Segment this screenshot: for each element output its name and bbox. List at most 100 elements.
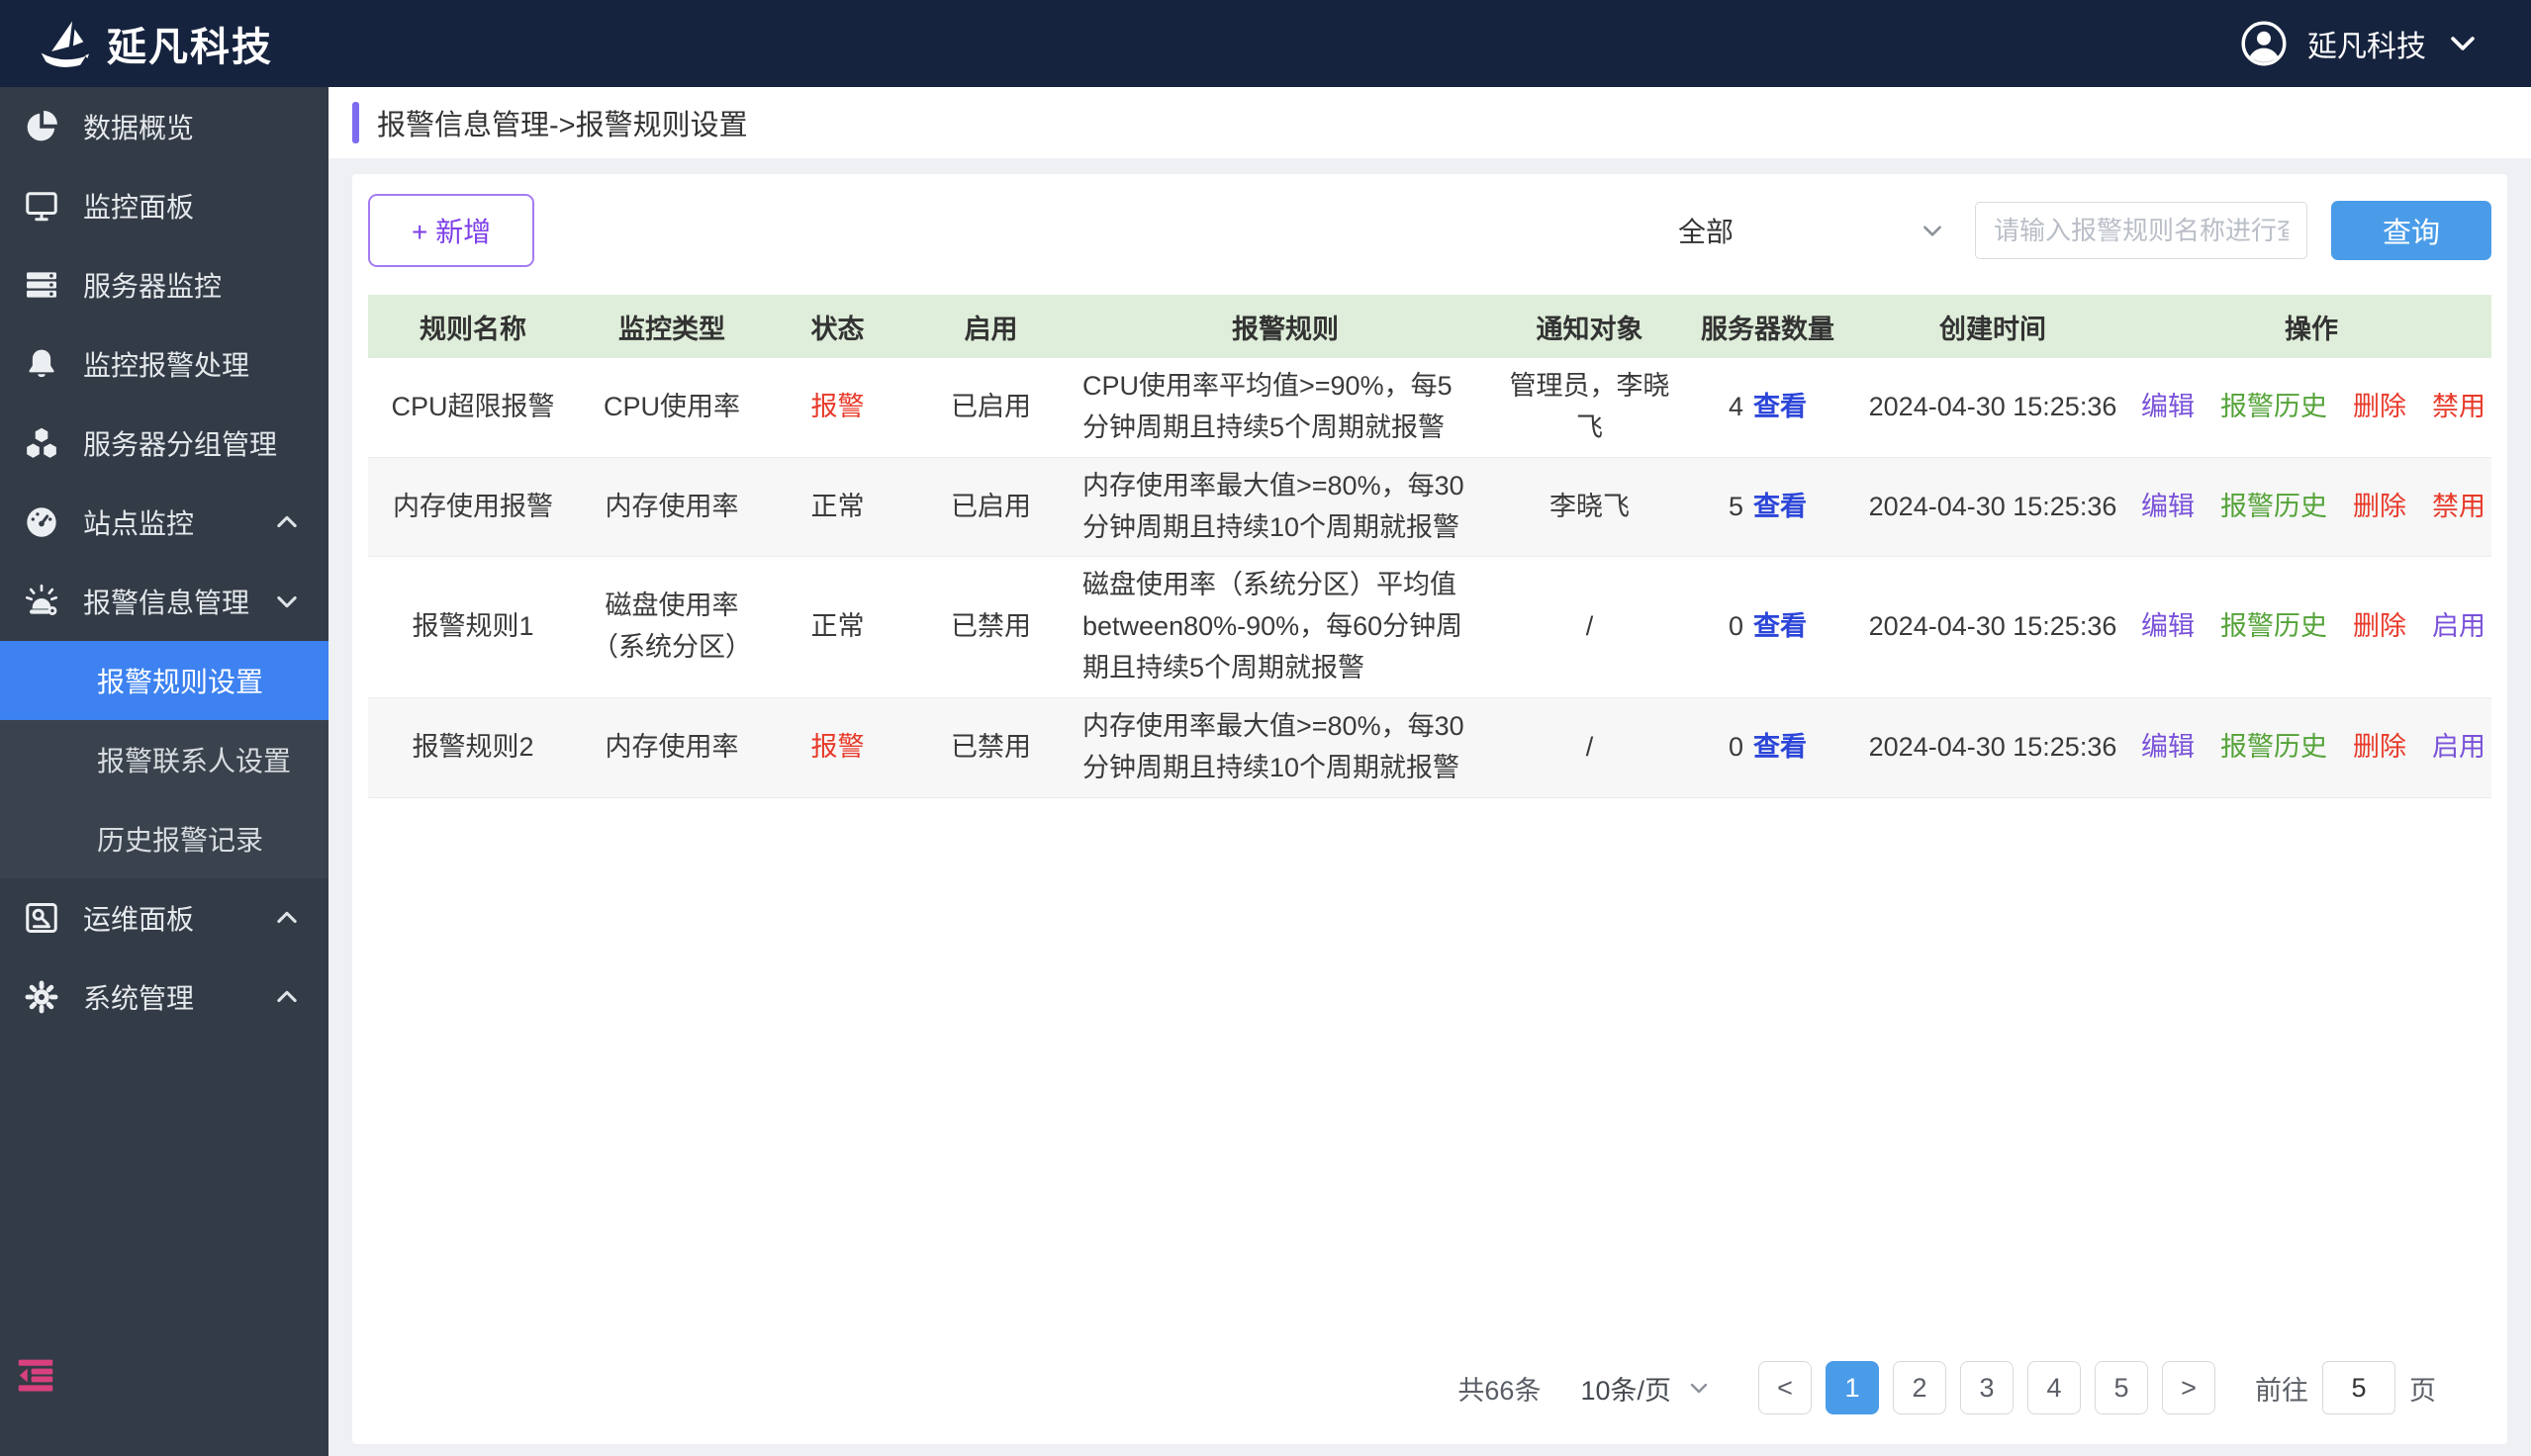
cell-created: 2024-04-30 15:25:36 bbox=[1854, 727, 2131, 769]
delete-link[interactable]: 删除 bbox=[2353, 606, 2406, 648]
sidebar-item-alarm-handling[interactable]: 监控报警处理 bbox=[0, 324, 328, 404]
cell-notify: / bbox=[1498, 606, 1681, 648]
sidebar-item-server-groups[interactable]: 服务器分组管理 bbox=[0, 404, 328, 483]
cell-created: 2024-04-30 15:25:36 bbox=[1854, 487, 2131, 528]
sailboat-logo-icon bbox=[36, 19, 93, 68]
page-size-select[interactable]: 10条/页 bbox=[1580, 1369, 1711, 1408]
app-root: 延凡科技 延凡科技 数据概览 bbox=[0, 0, 2531, 1456]
sidebar-item-system-mgmt[interactable]: 系统管理 bbox=[0, 957, 328, 1037]
alarm-history-link[interactable]: 报警历史 bbox=[2220, 727, 2327, 769]
cell-monitor-type: 内存使用率 bbox=[578, 727, 766, 769]
page-button-1[interactable]: 1 bbox=[1826, 1361, 1879, 1414]
enable-link[interactable]: 启用 bbox=[2432, 606, 2485, 648]
pie-chart-icon bbox=[24, 109, 59, 144]
user-name: 延凡科技 bbox=[2307, 22, 2426, 65]
brand: 延凡科技 bbox=[36, 15, 273, 72]
page-button-3[interactable]: 3 bbox=[1960, 1361, 2014, 1414]
submenu-item-alarm-rules[interactable]: 报警规则设置 bbox=[0, 641, 328, 720]
page-button-5[interactable]: 5 bbox=[2095, 1361, 2148, 1414]
sidebar-item-label: 监控面板 bbox=[83, 186, 194, 226]
cell-status: 正常 bbox=[766, 606, 909, 648]
edit-link[interactable]: 编辑 bbox=[2141, 487, 2195, 528]
cell-rule: 内存使用率最大值>=80%，每30分钟周期且持续10个周期就报警 bbox=[1073, 466, 1498, 549]
table-header-row: 规则名称 监控类型 状态 启用 报警规则 通知对象 服务器数量 创建时间 操作 bbox=[368, 295, 2491, 358]
search-button[interactable]: 查询 bbox=[2331, 201, 2491, 260]
alarm-info-submenu: 报警规则设置 报警联系人设置 历史报警记录 bbox=[0, 641, 328, 878]
alarm-history-link[interactable]: 报警历史 bbox=[2220, 487, 2327, 528]
add-rule-button[interactable]: + 新增 bbox=[368, 194, 534, 267]
alarm-history-link[interactable]: 报警历史 bbox=[2220, 606, 2327, 648]
chevron-up-icon bbox=[273, 508, 301, 536]
gauge-icon bbox=[24, 504, 59, 540]
view-servers-link[interactable]: 查看 bbox=[1753, 732, 1807, 762]
next-page-button[interactable]: > bbox=[2162, 1361, 2215, 1414]
filter-select[interactable]: 全部 bbox=[1678, 211, 1945, 250]
table-row: 报警规则2 内存使用率 报警 已禁用 内存使用率最大值>=80%，每30分钟周期… bbox=[368, 698, 2491, 798]
edit-link[interactable]: 编辑 bbox=[2141, 727, 2195, 769]
submenu-item-label: 报警联系人设置 bbox=[97, 740, 291, 779]
cell-server-count: 0查看 bbox=[1681, 606, 1854, 648]
cell-enabled: 已禁用 bbox=[909, 727, 1073, 769]
table-row: 内存使用报警 内存使用率 正常 已启用 内存使用率最大值>=80%，每30分钟周… bbox=[368, 458, 2491, 558]
cell-rule: 磁盘使用率（系统分区）平均值between80%-90%，每60分钟周期且持续5… bbox=[1073, 565, 1498, 689]
sidebar-item-server-monitor[interactable]: 服务器监控 bbox=[0, 245, 328, 324]
submenu-item-label: 报警规则设置 bbox=[97, 661, 263, 700]
col-header-rule: 报警规则 bbox=[1073, 308, 1498, 346]
col-header-notify: 通知对象 bbox=[1498, 308, 1681, 346]
submenu-item-alarm-contacts[interactable]: 报警联系人设置 bbox=[0, 720, 328, 799]
cell-created: 2024-04-30 15:25:36 bbox=[1854, 387, 2131, 428]
alarm-history-link[interactable]: 报警历史 bbox=[2220, 387, 2327, 428]
cell-enabled: 已启用 bbox=[909, 487, 1073, 528]
collapse-menu-icon[interactable] bbox=[14, 1357, 57, 1395]
cell-monitor-type: 内存使用率 bbox=[578, 487, 766, 528]
page-button-2[interactable]: 2 bbox=[1893, 1361, 1946, 1414]
top-header: 延凡科技 延凡科技 bbox=[0, 0, 2531, 87]
main-content: 报警信息管理->报警规则设置 + 新增 全部 查询 规则名称 bbox=[328, 87, 2531, 1456]
edit-link[interactable]: 编辑 bbox=[2141, 387, 2195, 428]
cell-status: 正常 bbox=[766, 487, 909, 528]
goto-page-input[interactable] bbox=[2322, 1361, 2395, 1414]
sidebar-item-ops-panel[interactable]: 运维面板 bbox=[0, 878, 328, 957]
cell-rule-name: 报警规则2 bbox=[368, 727, 578, 769]
submenu-item-label: 历史报警记录 bbox=[97, 819, 263, 859]
view-servers-link[interactable]: 查看 bbox=[1753, 492, 1807, 521]
enable-link[interactable]: 启用 bbox=[2432, 727, 2485, 769]
server-count: 5 bbox=[1729, 492, 1743, 521]
delete-link[interactable]: 删除 bbox=[2353, 387, 2406, 428]
cell-enabled: 已禁用 bbox=[909, 606, 1073, 648]
delete-link[interactable]: 删除 bbox=[2353, 727, 2406, 769]
disable-link[interactable]: 禁用 bbox=[2432, 387, 2485, 428]
sidebar-item-alarm-info[interactable]: 报警信息管理 bbox=[0, 562, 328, 641]
goto-label: 前往 bbox=[2255, 1369, 2308, 1408]
sidebar-item-label: 服务器监控 bbox=[83, 265, 222, 305]
page-button-4[interactable]: 4 bbox=[2027, 1361, 2081, 1414]
col-header-server-count: 服务器数量 bbox=[1681, 308, 1854, 346]
sidebar-item-data-overview[interactable]: 数据概览 bbox=[0, 87, 328, 166]
col-header-rule-name: 规则名称 bbox=[368, 308, 578, 346]
search-input[interactable] bbox=[1975, 202, 2307, 259]
alarm-icon bbox=[24, 584, 59, 619]
submenu-item-alarm-history[interactable]: 历史报警记录 bbox=[0, 799, 328, 878]
server-count: 4 bbox=[1729, 392, 1743, 421]
cell-server-count: 0查看 bbox=[1681, 727, 1854, 769]
sidebar-item-site-monitor[interactable]: 站点监控 bbox=[0, 483, 328, 562]
cell-monitor-type: 磁盘使用率（系统分区） bbox=[578, 586, 766, 669]
sidebar-item-monitor-panel[interactable]: 监控面板 bbox=[0, 166, 328, 245]
filter-select-value: 全部 bbox=[1678, 211, 1734, 250]
user-menu[interactable]: 延凡科技 bbox=[2240, 20, 2480, 67]
cell-notify: 李晓飞 bbox=[1498, 487, 1681, 528]
prev-page-button[interactable]: < bbox=[1758, 1361, 1812, 1414]
delete-link[interactable]: 删除 bbox=[2353, 487, 2406, 528]
cell-status: 报警 bbox=[766, 727, 909, 769]
cell-rule: 内存使用率最大值>=80%，每30分钟周期且持续10个周期就报警 bbox=[1073, 706, 1498, 789]
gear-icon bbox=[24, 979, 59, 1015]
sidebar-item-label: 数据概览 bbox=[83, 107, 194, 146]
col-header-created: 创建时间 bbox=[1854, 308, 2131, 346]
cell-monitor-type: CPU使用率 bbox=[578, 387, 766, 428]
cell-actions: 编辑 报警历史 删除 启用 bbox=[2131, 606, 2495, 648]
view-servers-link[interactable]: 查看 bbox=[1753, 392, 1807, 421]
edit-link[interactable]: 编辑 bbox=[2141, 606, 2195, 648]
view-servers-link[interactable]: 查看 bbox=[1753, 611, 1807, 641]
sidebar-item-label: 服务器分组管理 bbox=[83, 423, 277, 463]
disable-link[interactable]: 禁用 bbox=[2432, 487, 2485, 528]
